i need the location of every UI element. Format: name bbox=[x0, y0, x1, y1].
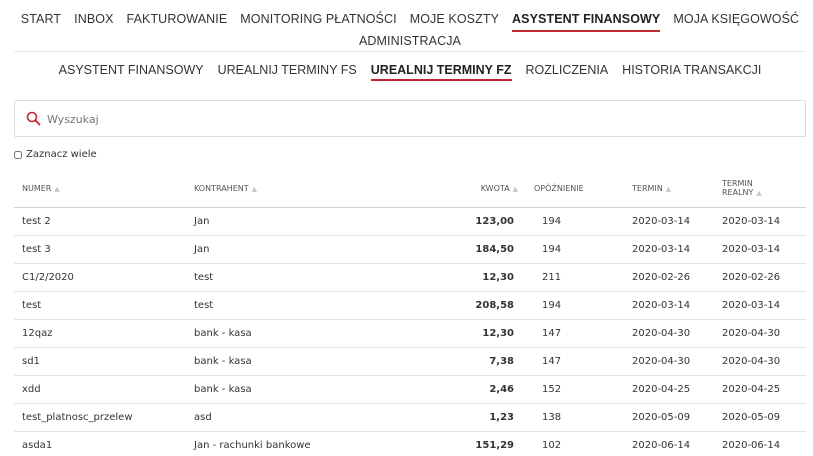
nav-administracja[interactable]: ADMINISTRACJA bbox=[359, 33, 461, 52]
cell-termin: 2020-04-25 bbox=[624, 375, 714, 404]
select-many-checkbox[interactable] bbox=[14, 150, 22, 159]
subnav-asystent-finansowy[interactable]: ASYSTENT FINANSOWY bbox=[59, 57, 204, 81]
nav-start[interactable]: START bbox=[21, 11, 61, 32]
cell-kontrahent: bank - kasa bbox=[186, 347, 426, 376]
cell-kwota: 2,46 bbox=[426, 375, 526, 404]
search-input[interactable] bbox=[47, 109, 787, 129]
cell-opoznienie: 194 bbox=[526, 291, 624, 320]
cell-opoznienie: 102 bbox=[526, 431, 624, 456]
cell-kwota: 1,23 bbox=[426, 403, 526, 432]
nav-monitoring-platnosci[interactable]: MONITORING PŁATNOŚCI bbox=[240, 11, 396, 32]
table-row[interactable]: 12qaz bank - kasa 12,30 147 2020-04-30 2020-0… bbox=[14, 319, 806, 348]
table-row[interactable]: xdd bank - kasa 2,46 152 2020-04-25 2020-04-2… bbox=[14, 375, 806, 404]
cell-opoznienie: 194 bbox=[526, 207, 624, 236]
cell-opoznienie: 147 bbox=[526, 319, 624, 348]
cell-kontrahent: test bbox=[186, 263, 426, 292]
cell-termin-realny: 2020-05-09 bbox=[714, 403, 806, 432]
cell-termin: 2020-06-14 bbox=[624, 431, 714, 456]
nav-moje-koszty[interactable]: MOJE KOSZTY bbox=[410, 11, 499, 32]
cell-opoznienie: 138 bbox=[526, 403, 624, 432]
sort-icon[interactable]: ▲︎ bbox=[252, 185, 257, 193]
cell-numer: asda1 bbox=[14, 431, 186, 456]
top-navigation: START INBOX FAKTUROWANIE MONITORING PŁAT… bbox=[14, 8, 806, 52]
col-header-opoznienie[interactable]: OPÓŹNIENIE bbox=[526, 170, 624, 208]
cell-termin: 2020-04-30 bbox=[624, 347, 714, 376]
cell-kwota: 12,30 bbox=[426, 263, 526, 292]
cell-numer: test 2 bbox=[14, 207, 186, 236]
cell-termin-realny: 2020-04-25 bbox=[714, 375, 806, 404]
cell-kontrahent: bank - kasa bbox=[186, 375, 426, 404]
cell-kwota: 208,58 bbox=[426, 291, 526, 320]
subnav-rozliczenia[interactable]: ROZLICZENIA bbox=[526, 57, 609, 81]
cell-kontrahent: bank - kasa bbox=[186, 319, 426, 348]
table-header-row: NUMER ▲︎ KONTRAHENT ▲︎ KWOTA ▲︎ OPÓŹNIENIE … bbox=[14, 170, 806, 208]
cell-kwota: 123,00 bbox=[426, 207, 526, 236]
cell-kontrahent: test bbox=[186, 291, 426, 320]
table-row[interactable]: C1/2/2020 test 12,30 211 2020-02-26 2020-02-2… bbox=[14, 263, 806, 292]
cell-numer: test_platnosc_przelew bbox=[14, 403, 186, 432]
select-many[interactable]: Zaznacz wiele bbox=[14, 149, 97, 160]
cell-numer: 12qaz bbox=[14, 319, 186, 348]
cell-numer: test bbox=[14, 291, 186, 320]
nav-inbox[interactable]: INBOX bbox=[74, 11, 113, 32]
cell-termin: 2020-03-14 bbox=[624, 291, 714, 320]
cell-termin-realny: 2020-04-30 bbox=[714, 319, 806, 348]
cell-numer: test 3 bbox=[14, 235, 186, 264]
cell-termin-realny: 2020-04-30 bbox=[714, 347, 806, 376]
cell-numer: sd1 bbox=[14, 347, 186, 376]
select-many-label: Zaznacz wiele bbox=[26, 149, 97, 160]
table-row[interactable]: test 3 Jan 184,50 194 2020-03-14 2020-03-14 bbox=[14, 235, 806, 264]
col-header-termin[interactable]: TERMIN ▲︎ bbox=[624, 170, 714, 208]
sub-navigation: ASYSTENT FINANSOWY UREALNIJ TERMINY FS U… bbox=[14, 57, 806, 85]
cell-termin: 2020-03-14 bbox=[624, 235, 714, 264]
cell-numer: xdd bbox=[14, 375, 186, 404]
search-icon[interactable] bbox=[26, 111, 41, 126]
cell-numer: C1/2/2020 bbox=[14, 263, 186, 292]
sort-icon[interactable]: ▲︎ bbox=[513, 185, 518, 193]
table-row[interactable]: test_platnosc_przelew asd 1,23 138 2020-05-0… bbox=[14, 403, 806, 432]
cell-kwota: 184,50 bbox=[426, 235, 526, 264]
cell-kontrahent: asd bbox=[186, 403, 426, 432]
cell-termin-realny: 2020-06-14 bbox=[714, 431, 806, 456]
nav-moja-ksiegowosc[interactable]: MOJA KSIĘGOWOŚĆ bbox=[673, 11, 799, 32]
sort-icon[interactable]: ▲︎ bbox=[666, 185, 671, 193]
sort-icon[interactable]: ▲︎ bbox=[756, 189, 761, 197]
cell-termin: 2020-02-26 bbox=[624, 263, 714, 292]
nav-asystent-finansowy[interactable]: ASYSTENT FINANSOWY bbox=[512, 11, 661, 32]
cell-kwota: 151,29 bbox=[426, 431, 526, 456]
subnav-historia-transakcji[interactable]: HISTORIA TRANSAKCJI bbox=[622, 57, 761, 81]
table-row[interactable]: sd1 bank - kasa 7,38 147 2020-04-30 2020-04-3… bbox=[14, 347, 806, 376]
sort-icon[interactable]: ▲︎ bbox=[54, 185, 59, 193]
col-header-kontrahent[interactable]: KONTRAHENT ▲︎ bbox=[186, 170, 426, 208]
cell-opoznienie: 211 bbox=[526, 263, 624, 292]
cell-kontrahent: Jan - rachunki bankowe bbox=[186, 431, 426, 456]
top-nav-row: ADMINISTRACJA bbox=[14, 33, 806, 52]
subnav-urealnij-terminy-fz[interactable]: UREALNIJ TERMINY FZ bbox=[370, 57, 512, 81]
cell-termin-realny: 2020-03-14 bbox=[714, 207, 806, 236]
table-row[interactable]: test test 208,58 194 2020-03-14 2020-03-14 bbox=[14, 291, 806, 320]
invoices-table: NUMER ▲︎ KONTRAHENT ▲︎ KWOTA ▲︎ OPÓŹNIENIE … bbox=[14, 170, 806, 456]
cell-kontrahent: Jan bbox=[186, 207, 426, 236]
table-row[interactable]: asda1 Jan - rachunki bankowe 151,29 102 2020… bbox=[14, 431, 806, 456]
cell-kwota: 12,30 bbox=[426, 319, 526, 348]
cell-termin: 2020-03-14 bbox=[624, 207, 714, 236]
search-box bbox=[14, 100, 806, 137]
col-header-kwota[interactable]: KWOTA ▲︎ bbox=[426, 170, 526, 208]
cell-opoznienie: 147 bbox=[526, 347, 624, 376]
table-row[interactable]: test 2 Jan 123,00 194 2020-03-14 2020-03-14 bbox=[14, 207, 806, 236]
cell-kontrahent: Jan bbox=[186, 235, 426, 264]
col-header-termin-realny[interactable]: TERMIN REALNY ▲︎ bbox=[714, 170, 806, 208]
cell-termin-realny: 2020-03-14 bbox=[714, 291, 806, 320]
cell-termin: 2020-04-30 bbox=[624, 319, 714, 348]
cell-termin: 2020-05-09 bbox=[624, 403, 714, 432]
nav-fakturowanie[interactable]: FAKTUROWANIE bbox=[127, 11, 228, 32]
top-nav-row: START INBOX FAKTUROWANIE MONITORING PŁAT… bbox=[14, 11, 806, 32]
cell-termin-realny: 2020-03-14 bbox=[714, 235, 806, 264]
col-header-numer[interactable]: NUMER ▲︎ bbox=[14, 170, 186, 208]
cell-termin-realny: 2020-02-26 bbox=[714, 263, 806, 292]
cell-opoznienie: 152 bbox=[526, 375, 624, 404]
subnav-urealnij-terminy-fs[interactable]: UREALNIJ TERMINY FS bbox=[218, 57, 357, 81]
cell-kwota: 7,38 bbox=[426, 347, 526, 376]
cell-opoznienie: 194 bbox=[526, 235, 624, 264]
